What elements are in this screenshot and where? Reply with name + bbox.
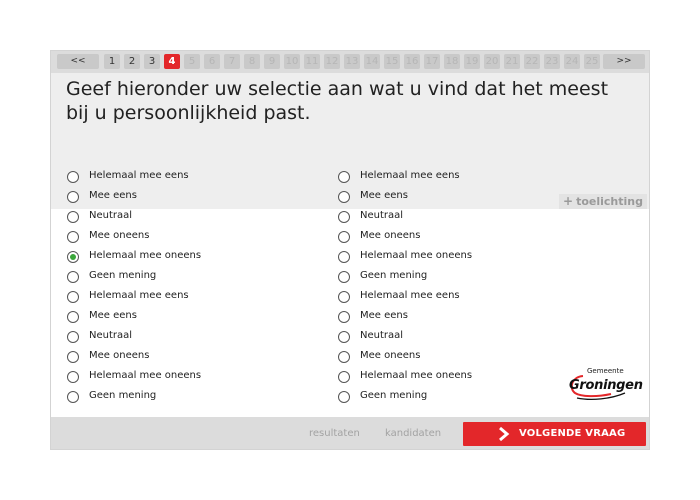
- pager-page-13[interactable]: 13: [344, 54, 360, 69]
- pager-page-2[interactable]: 2: [124, 54, 140, 69]
- radio-button[interactable]: [67, 351, 79, 363]
- answer-option-label: Mee eens: [89, 310, 137, 321]
- radio-button[interactable]: [338, 351, 350, 363]
- radio-button[interactable]: [67, 211, 79, 223]
- pager-page-12[interactable]: 12: [324, 54, 340, 69]
- radio-button[interactable]: [67, 251, 79, 263]
- plus-icon: +: [563, 194, 574, 208]
- answer-option-label: Neutraal: [89, 210, 133, 221]
- radio-button[interactable]: [338, 231, 350, 243]
- radio-button[interactable]: [67, 291, 79, 303]
- pager-page-19[interactable]: 19: [464, 54, 480, 69]
- chevron-right-icon: [499, 426, 510, 442]
- radio-button[interactable]: [67, 331, 79, 343]
- pager-page-14[interactable]: 14: [364, 54, 380, 69]
- answer-option-label: Helemaal mee eens: [360, 170, 460, 181]
- pager-page-4[interactable]: 4: [164, 54, 180, 69]
- radio-button[interactable]: [67, 311, 79, 323]
- radio-button[interactable]: [338, 191, 350, 203]
- answer-option-label: Helemaal mee oneens: [89, 250, 202, 261]
- answer-option-label: Neutraal: [89, 330, 133, 341]
- logo-small-text: Gemeente: [587, 367, 624, 375]
- pager-page-25[interactable]: 25: [584, 54, 600, 69]
- pager-page-16[interactable]: 16: [404, 54, 420, 69]
- logo-big-text: Groningen: [569, 378, 643, 393]
- answer-option-label: Neutraal: [360, 330, 404, 341]
- pager-page-3[interactable]: 3: [144, 54, 160, 69]
- radio-button[interactable]: [67, 191, 79, 203]
- question-text: Geef hieronder uw selectie aan wat u vin…: [66, 78, 609, 124]
- question-area: Geef hieronder uw selectie aan wat u vin…: [51, 73, 649, 209]
- pager-page-22[interactable]: 22: [524, 54, 540, 69]
- radio-button[interactable]: [67, 171, 79, 183]
- answer-option-label: Mee oneens: [89, 350, 150, 361]
- kandidaten-link[interactable]: kandidaten: [385, 428, 441, 439]
- toelichting-label: toelichting: [576, 195, 643, 208]
- pager-page-6[interactable]: 6: [204, 54, 220, 69]
- answer-option-label: Geen mening: [360, 390, 428, 401]
- pager-page-15[interactable]: 15: [384, 54, 400, 69]
- answer-option-label: Mee eens: [360, 310, 408, 321]
- answer-option-label: Helemaal mee oneens: [360, 250, 473, 261]
- radio-button[interactable]: [67, 231, 79, 243]
- pager-page-21[interactable]: 21: [504, 54, 520, 69]
- next-question-button[interactable]: VOLGENDE VRAAG: [463, 422, 646, 446]
- pager-page-23[interactable]: 23: [544, 54, 560, 69]
- radio-button[interactable]: [67, 271, 79, 283]
- answer-option-label: Helemaal mee oneens: [89, 370, 202, 381]
- pager-page-10[interactable]: 10: [284, 54, 300, 69]
- pager-page-9[interactable]: 9: [264, 54, 280, 69]
- pager-page-11[interactable]: 11: [304, 54, 320, 69]
- answer-option-label: Helemaal mee oneens: [360, 370, 473, 381]
- pager-next-button[interactable]: >>: [603, 54, 645, 69]
- resultaten-link[interactable]: resultaten: [309, 428, 360, 439]
- pager-page-7[interactable]: 7: [224, 54, 240, 69]
- radio-button[interactable]: [338, 331, 350, 343]
- answer-option-label: Helemaal mee eens: [89, 170, 189, 181]
- pager-prev-button[interactable]: <<: [57, 54, 99, 69]
- toelichting-button[interactable]: + toelichting: [559, 194, 647, 209]
- radio-button[interactable]: [338, 251, 350, 263]
- radio-button[interactable]: [67, 391, 79, 403]
- radio-button[interactable]: [338, 391, 350, 403]
- answer-option-label: Geen mening: [89, 390, 157, 401]
- answer-option-label: Mee oneens: [360, 350, 421, 361]
- answer-option-label: Neutraal: [360, 210, 404, 221]
- pager-page-1[interactable]: 1: [104, 54, 120, 69]
- answer-option-label: Geen mening: [360, 270, 428, 281]
- pager-page-18[interactable]: 18: [444, 54, 460, 69]
- pager-page-8[interactable]: 8: [244, 54, 260, 69]
- pager-page-24[interactable]: 24: [564, 54, 580, 69]
- answer-option-label: Mee eens: [360, 190, 408, 201]
- answer-option-label: Helemaal mee eens: [89, 290, 189, 301]
- radio-button[interactable]: [338, 171, 350, 183]
- answer-option-label: Mee oneens: [360, 230, 421, 241]
- footer-bar: resultaten kandidaten VOLGENDE VRAAG: [51, 417, 649, 449]
- question-pager: << 1 2 3 4 5 6 7 8 9 10 11 12 13 14 15 16 17 18 19 20 21 22 23…: [51, 51, 649, 73]
- radio-button[interactable]: [338, 271, 350, 283]
- pager-page-17[interactable]: 17: [424, 54, 440, 69]
- pager-page-20[interactable]: 20: [484, 54, 500, 69]
- radio-button[interactable]: [338, 291, 350, 303]
- radio-button[interactable]: [67, 371, 79, 383]
- answer-option-label: Helemaal mee eens: [360, 290, 460, 301]
- next-question-label: VOLGENDE VRAAG: [519, 428, 626, 439]
- radio-button[interactable]: [338, 211, 350, 223]
- radio-button[interactable]: [338, 371, 350, 383]
- survey-panel: << 1 2 3 4 5 6 7 8 9 10 11 12 13 14 15 16 17 18 19 20 21 22 23…: [50, 50, 650, 450]
- radio-button[interactable]: [338, 311, 350, 323]
- pager-page-5[interactable]: 5: [184, 54, 200, 69]
- answer-option-label: Mee oneens: [89, 230, 150, 241]
- gemeente-groningen-logo: Gemeente Groningen: [567, 367, 643, 407]
- answer-option-label: Mee eens: [89, 190, 137, 201]
- answer-option-label: Geen mening: [89, 270, 157, 281]
